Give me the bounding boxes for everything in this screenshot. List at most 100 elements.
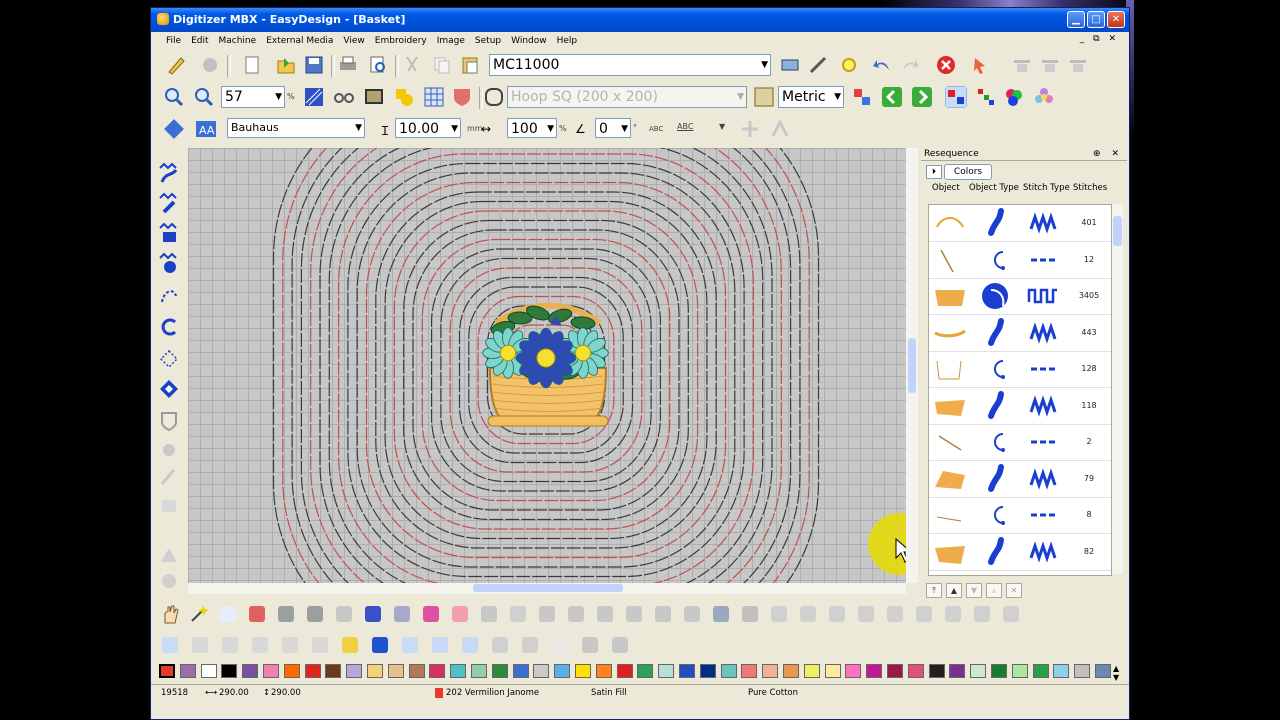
color-swatch[interactable] xyxy=(887,664,903,678)
stop-icon[interactable] xyxy=(935,54,957,76)
needle-icon[interactable] xyxy=(807,54,829,76)
align-1-icon[interactable] xyxy=(768,603,790,625)
color-swatch[interactable] xyxy=(429,664,446,678)
open-file-icon[interactable] xyxy=(275,54,297,76)
move-first-icon[interactable]: ⤒ xyxy=(926,583,942,598)
color-swatch[interactable] xyxy=(803,664,820,678)
color-swatch[interactable] xyxy=(346,664,363,678)
color-swatch[interactable] xyxy=(637,664,654,678)
list-item[interactable]: 443 xyxy=(929,315,1111,352)
color-swatch[interactable] xyxy=(159,664,175,678)
palette-scroll-icon[interactable]: ▲ ▼ xyxy=(1113,664,1119,682)
hoop-icon[interactable] xyxy=(483,86,505,108)
paste-icon[interactable] xyxy=(459,54,481,76)
text-properties-icon[interactable] xyxy=(163,118,185,140)
align-5-icon[interactable] xyxy=(884,603,906,625)
copy-icon[interactable] xyxy=(431,54,453,76)
grid-fill-icon[interactable] xyxy=(459,634,481,656)
check-icon[interactable] xyxy=(609,634,631,656)
color-swatch[interactable] xyxy=(450,664,467,678)
align-8-icon[interactable] xyxy=(971,603,993,625)
minimize-button[interactable]: ▁ xyxy=(1067,11,1085,28)
color-swatch[interactable] xyxy=(325,664,342,678)
align-2-icon[interactable] xyxy=(797,603,819,625)
flower-icon[interactable] xyxy=(1033,86,1055,108)
column-header-object-type[interactable]: Object Type xyxy=(969,183,1019,193)
print-preview-icon[interactable] xyxy=(367,54,389,76)
text-edit-icon[interactable] xyxy=(769,118,791,140)
color-swatch[interactable] xyxy=(595,664,612,678)
list-item[interactable]: 401 xyxy=(929,205,1111,242)
color-swatch[interactable] xyxy=(491,664,508,678)
color-swatch[interactable] xyxy=(575,664,591,678)
counter-icon[interactable] xyxy=(549,634,571,656)
list-item[interactable]: 79 xyxy=(929,461,1111,498)
hoop-shield-icon[interactable] xyxy=(451,86,473,108)
color-swatch[interactable] xyxy=(1032,664,1049,678)
maximize-button[interactable]: □ xyxy=(1087,11,1105,28)
font-select[interactable]: Bauhaus ▼ xyxy=(227,118,365,138)
menu-item-embroidery[interactable]: Embroidery xyxy=(370,32,432,50)
align-6-icon[interactable] xyxy=(913,603,935,625)
panel-pin-close-icon[interactable]: ⊕ ✕ xyxy=(1093,147,1123,161)
colors-button[interactable]: Colors xyxy=(944,164,992,180)
shrink-icon[interactable] xyxy=(449,603,471,625)
color-swatch[interactable] xyxy=(512,664,529,678)
fill-circle-tool-icon[interactable] xyxy=(158,252,180,274)
column-header-stitch-type[interactable]: Stitch Type xyxy=(1023,183,1070,193)
color-swatch[interactable] xyxy=(949,664,966,678)
color-swatch[interactable] xyxy=(200,664,217,678)
color-swatch[interactable] xyxy=(907,664,924,678)
color-swatch[interactable] xyxy=(367,664,383,678)
color-swatch[interactable] xyxy=(845,664,862,678)
color-swatch[interactable] xyxy=(762,664,779,678)
group-2-icon[interactable] xyxy=(219,634,241,656)
expand-icon[interactable]: ⏵ xyxy=(926,165,942,179)
shield-tool-icon[interactable] xyxy=(158,410,180,432)
list-item[interactable]: 8 xyxy=(929,497,1111,534)
color-swatch[interactable] xyxy=(866,664,883,678)
pencil-icon[interactable] xyxy=(165,54,187,76)
menu-item-setup[interactable]: Setup xyxy=(470,32,506,50)
glasses-icon[interactable] xyxy=(333,86,355,108)
list-item[interactable]: 3405 xyxy=(929,278,1111,315)
magic-wand-icon[interactable] xyxy=(188,603,210,625)
color-swatch[interactable] xyxy=(533,664,550,678)
menu-item-view[interactable]: View xyxy=(338,32,369,50)
rotate-icon[interactable] xyxy=(333,603,355,625)
hoop-select[interactable]: Hoop SQ (200 x 200) ▼ xyxy=(507,86,747,108)
hoop-settings-icon[interactable] xyxy=(753,86,775,108)
tool-c-icon[interactable] xyxy=(594,603,616,625)
menu-item-help[interactable]: Help xyxy=(552,32,583,50)
list-item[interactable]: 118 xyxy=(929,388,1111,425)
close-button[interactable]: ✕ xyxy=(1107,11,1125,28)
color-swatch[interactable] xyxy=(658,664,675,678)
tool-e-icon[interactable] xyxy=(652,603,674,625)
column-header-stitches[interactable]: Stitches xyxy=(1073,183,1107,193)
menu-item-file[interactable]: File xyxy=(161,32,186,50)
machine-select[interactable]: MC11000 ▼ xyxy=(489,54,771,76)
show-stitches-icon[interactable] xyxy=(303,86,325,108)
tool-grey-1-icon[interactable] xyxy=(489,634,511,656)
mdi-window-controls[interactable]: _ ⧉ ✕ xyxy=(1080,34,1119,44)
color-select-icon[interactable] xyxy=(369,634,391,656)
lettering-icon[interactable]: AA xyxy=(195,118,217,140)
list-item[interactable]: 2 xyxy=(929,424,1111,461)
color-swatch[interactable] xyxy=(991,664,1007,678)
fill-rect-tool-icon[interactable] xyxy=(158,222,180,244)
pattern-fill-icon[interactable] xyxy=(429,634,451,656)
color-swatch[interactable] xyxy=(304,664,321,678)
color-swatch[interactable] xyxy=(720,664,737,678)
move-down-icon[interactable]: ▼ xyxy=(966,583,982,598)
color-swatch[interactable] xyxy=(221,664,238,678)
tool-f-icon[interactable] xyxy=(681,603,703,625)
delete-icon[interactable]: ✕ xyxy=(1006,583,1022,598)
cross-stitch-tool-icon[interactable] xyxy=(158,494,180,516)
color-swatch[interactable] xyxy=(179,664,196,678)
list-item[interactable]: 12 xyxy=(929,242,1111,279)
menu-item-external-media[interactable]: External Media xyxy=(261,32,338,50)
canvas-vertical-scrollbar[interactable] xyxy=(906,148,918,583)
search-design-icon[interactable] xyxy=(839,55,861,77)
color-swatch[interactable] xyxy=(408,664,425,678)
background-image-icon[interactable] xyxy=(363,86,385,108)
